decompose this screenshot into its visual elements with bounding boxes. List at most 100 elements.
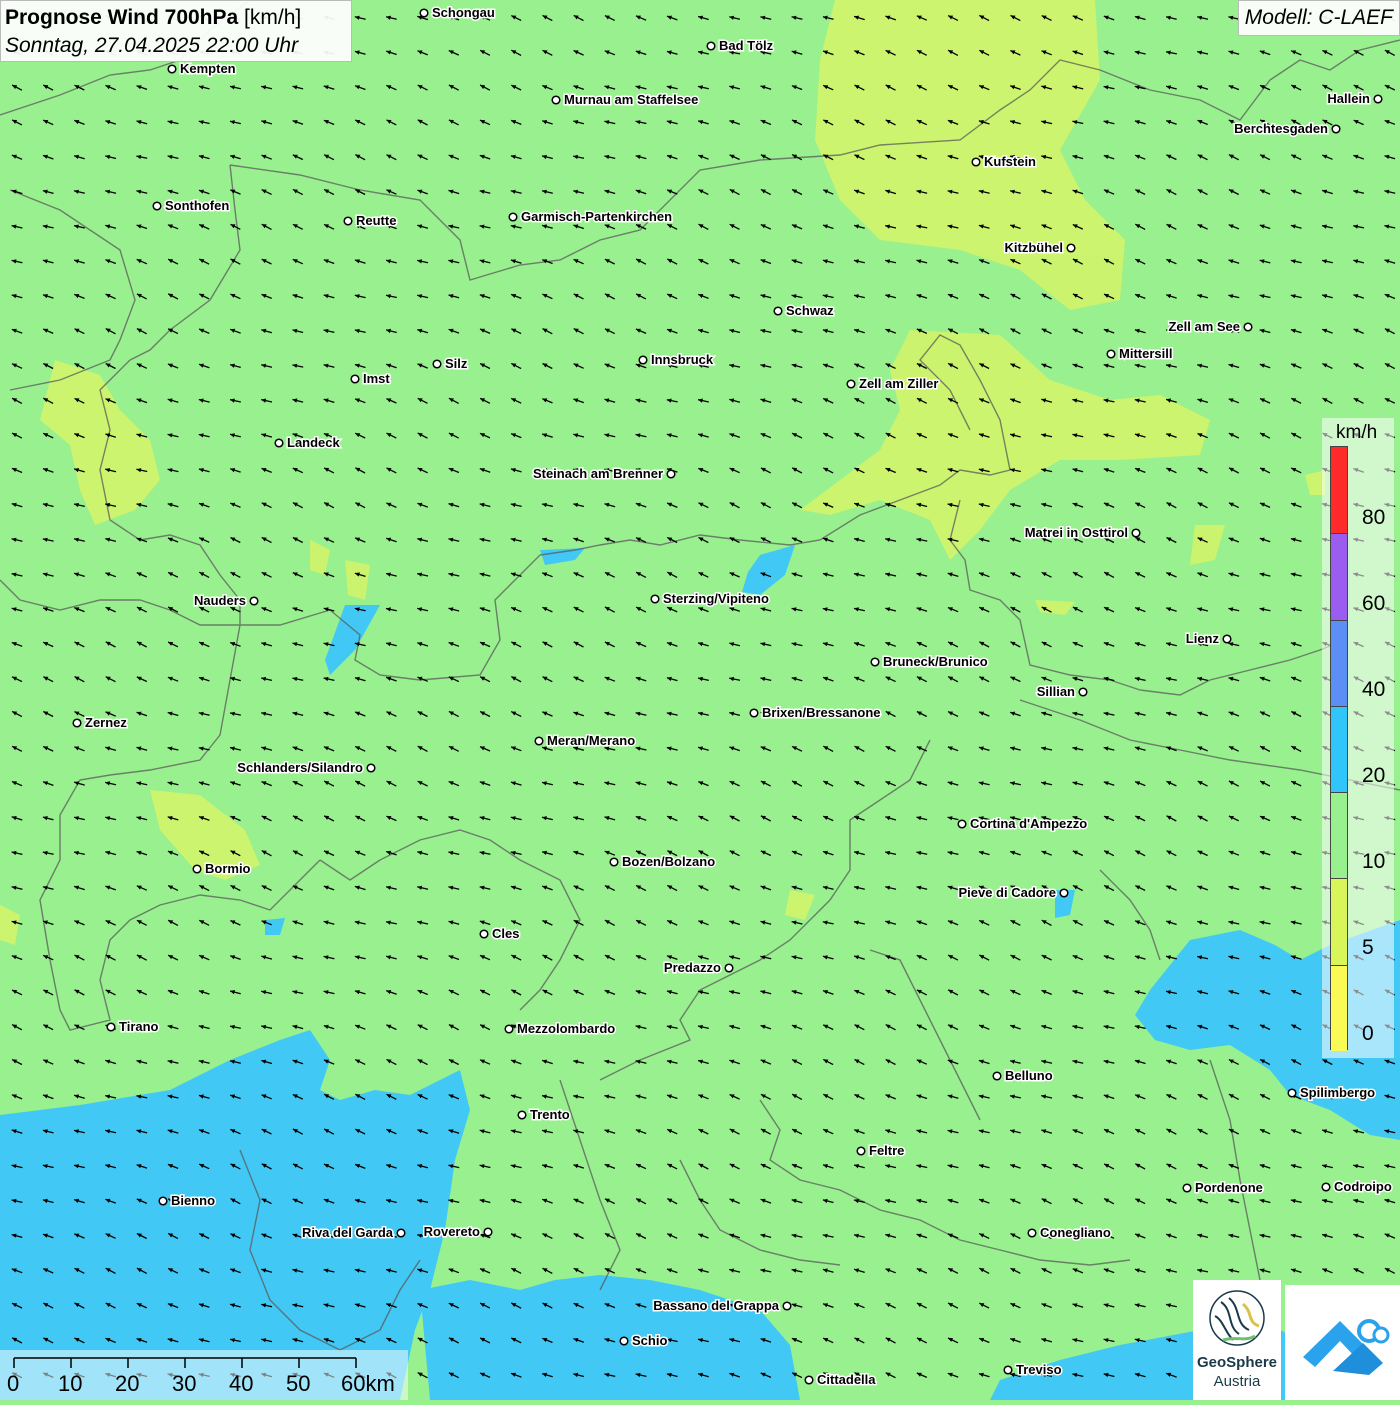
- city-dot: [1106, 349, 1116, 359]
- city-label: Zernez: [85, 715, 127, 730]
- city-dot: [1066, 243, 1076, 253]
- title-unit: [km/h]: [244, 6, 302, 29]
- legend-label: 5: [1362, 936, 1374, 959]
- city-dot: [1059, 888, 1069, 898]
- legend-label: 80: [1362, 506, 1386, 529]
- city-dot: [343, 216, 353, 226]
- geosphere-subtitle: Austria: [1213, 1373, 1261, 1390]
- city-dot: [534, 736, 544, 746]
- city-dot: [504, 1024, 514, 1034]
- city-dot: [72, 718, 82, 728]
- city-dot: [432, 359, 442, 369]
- city-marker: Mezzolombardo: [504, 1020, 617, 1038]
- city-dot: [724, 963, 734, 973]
- city-label: Bassano del Grappa: [653, 1298, 779, 1313]
- city-marker: Bruneck/Brunico: [870, 653, 989, 671]
- city-dot: [1131, 528, 1141, 538]
- city-label: Treviso: [1016, 1362, 1062, 1377]
- city-dot: [1222, 634, 1232, 644]
- city-label: Schlanders/Silandro: [237, 760, 363, 775]
- legend-swatch: [1331, 792, 1347, 879]
- city-label: Kufstein: [984, 154, 1036, 169]
- city-label: Bienno: [171, 1193, 215, 1208]
- city-dot: [551, 95, 561, 105]
- city-label: Brixen/Bressanone: [762, 705, 881, 720]
- city-label: Belluno: [1005, 1068, 1053, 1083]
- city-marker: Schongau: [419, 4, 496, 22]
- scale-label: 60km: [341, 1371, 395, 1396]
- scale-label: 10: [58, 1371, 83, 1396]
- weather-app-logo[interactable]: [1285, 1285, 1400, 1400]
- city-dot: [106, 1022, 116, 1032]
- city-dot: [609, 857, 619, 867]
- city-label: Landeck: [287, 435, 341, 450]
- city-dot: [1078, 687, 1088, 697]
- city-dot: [419, 8, 429, 18]
- city-label: Schongau: [432, 5, 495, 20]
- city-marker: Murnau am Staffelsee: [551, 91, 700, 109]
- city-marker: Zell am See: [1167, 318, 1253, 336]
- city-label: Codroipo: [1334, 1179, 1392, 1194]
- city-label: Trento: [530, 1107, 570, 1122]
- city-dot: [957, 819, 967, 829]
- city-label: Murnau am Staffelsee: [564, 92, 698, 107]
- city-marker: Spilimbergo: [1287, 1084, 1377, 1102]
- city-label: Berchtesgaden: [1234, 121, 1328, 136]
- city-label: Innsbruck: [651, 352, 714, 367]
- city-marker: Berchtesgaden: [1233, 120, 1341, 138]
- geosphere-emblem-icon: [1209, 1290, 1265, 1346]
- city-label: Steinach am Brenner: [533, 466, 663, 481]
- legend-swatch: [1331, 964, 1347, 1051]
- legend-label: 20: [1362, 764, 1386, 787]
- city-label: Pordenone: [1195, 1180, 1263, 1195]
- city-dot: [479, 929, 489, 939]
- city-label: Predazzo: [664, 960, 721, 975]
- city-label: Nauders: [194, 593, 246, 608]
- city-label: Feltre: [869, 1143, 904, 1158]
- scale-label: 0: [7, 1371, 20, 1396]
- city-dot: [650, 594, 660, 604]
- city-dot: [167, 64, 177, 74]
- city-label: Mezzolombardo: [517, 1021, 615, 1036]
- city-label: Garmisch-Partenkirchen: [521, 209, 672, 224]
- city-dot: [870, 657, 880, 667]
- city-dot: [782, 1301, 792, 1311]
- geosphere-name: GeoSphere: [1196, 1354, 1278, 1371]
- city-dot: [856, 1146, 866, 1156]
- city-dot: [508, 212, 518, 222]
- forecast-datetime: Sonntag, 27.04.2025 22:00 Uhr: [5, 34, 299, 57]
- legend-color-bar: [1330, 446, 1348, 1051]
- legend-label: 60: [1362, 592, 1386, 615]
- model-label: Modell: C-LAEF: [1237, 0, 1400, 36]
- city-label: Matrei in Osttirol: [1025, 525, 1128, 540]
- scale-label: 30: [172, 1371, 197, 1396]
- city-label: Pieve di Cadore: [958, 885, 1056, 900]
- city-marker: Matrei in Osttirol: [1023, 524, 1141, 542]
- city-marker: Conegliano: [1027, 1224, 1112, 1242]
- legend-swatch: [1331, 447, 1347, 534]
- city-dot: [1182, 1183, 1192, 1193]
- city-marker: Schlanders/Silandro: [236, 759, 376, 777]
- city-label: Cles: [492, 926, 519, 941]
- title-text: Prognose Wind 700hPa: [5, 6, 239, 29]
- city-dot: [804, 1375, 814, 1385]
- scale-bar: 0 10 20 30 40 50 60km: [0, 1350, 408, 1400]
- city-label: Cittadella: [817, 1372, 876, 1387]
- city-dot: [846, 379, 856, 389]
- legend-swatch: [1331, 619, 1347, 706]
- city-label: Sillian: [1037, 684, 1075, 699]
- geosphere-logo[interactable]: GeoSphere Austria: [1193, 1280, 1281, 1400]
- city-label: Bad Tölz: [719, 38, 774, 53]
- city-label: Kempten: [180, 61, 236, 76]
- city-dot: [1027, 1228, 1037, 1238]
- city-dot: [350, 374, 360, 384]
- title-box: Prognose Wind 700hPa [km/h] Sonntag, 27.…: [0, 0, 352, 62]
- map-title: Prognose Wind 700hPa [km/h]: [5, 4, 347, 32]
- city-label: Bruneck/Brunico: [883, 654, 988, 669]
- city-label: Bozen/Bolzano: [622, 854, 715, 869]
- city-dot: [1003, 1365, 1013, 1375]
- city-marker: Sonthofen: [152, 197, 231, 215]
- city-dot: [638, 355, 648, 365]
- wind-map[interactable]: Schongau Bad Tölz Kempten Murnau am Staffel…: [0, 0, 1400, 1400]
- city-label: Tirano: [119, 1019, 159, 1034]
